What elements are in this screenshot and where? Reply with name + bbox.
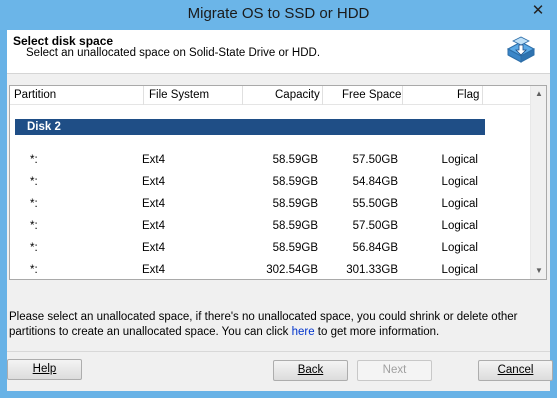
back-label: Back [297, 364, 324, 376]
wizard-header: Select disk space Select an unallocated … [7, 30, 550, 74]
column-divider [322, 86, 323, 105]
footer-divider [7, 351, 550, 352]
column-free-space[interactable]: Free Space [342, 89, 401, 101]
cell-partition: *: [30, 198, 38, 210]
column-divider [482, 86, 483, 105]
disk-migrate-icon [506, 36, 536, 63]
table-row[interactable]: *: Ext4 302.54GB 301.33GB Logical [10, 263, 530, 285]
cell-partition: *: [30, 176, 38, 188]
scroll-down-icon[interactable]: ▼ [531, 263, 547, 279]
page-subtitle: Select an unallocated space on Solid-Sta… [26, 47, 321, 59]
cell-file-system: Ext4 [142, 242, 166, 254]
cell-capacity: 58.59GB [272, 198, 318, 210]
cell-free-space: 55.50GB [352, 198, 398, 210]
info-line-2-pre: partitions to create an unallocated spac… [9, 326, 292, 338]
table-row[interactable]: *: Ext4 58.59GB 55.50GB Logical [10, 197, 530, 219]
cell-file-system: Ext4 [142, 176, 166, 188]
cell-flag: Logical [441, 264, 478, 276]
cell-free-space: 54.84GB [352, 176, 398, 188]
cell-file-system: Ext4 [142, 264, 166, 276]
cell-capacity: 58.59GB [272, 176, 318, 188]
info-line-1: Please select an unallocated space, if t… [9, 311, 518, 323]
cell-partition: *: [30, 264, 38, 276]
back-button[interactable]: Back [273, 360, 348, 381]
cell-partition: *: [30, 242, 38, 254]
help-label: Help [32, 363, 57, 375]
vertical-scrollbar[interactable]: ▲ ▼ [530, 86, 546, 279]
cell-capacity: 58.59GB [272, 154, 318, 166]
column-divider [402, 86, 403, 105]
table-row[interactable]: *: Ext4 58.59GB 54.84GB Logical [10, 175, 530, 197]
migrate-os-window: Migrate OS to SSD or HDD ✕ Select disk s… [0, 0, 557, 398]
info-line-2: partitions to create an unallocated spac… [9, 325, 544, 340]
column-partition[interactable]: Partition [14, 89, 56, 101]
info-line-2-post: to get more information. [314, 326, 440, 338]
column-flag[interactable]: Flag [457, 89, 479, 101]
cancel-button[interactable]: Cancel [478, 360, 553, 381]
cell-flag: Logical [441, 220, 478, 232]
cell-free-space: 57.50GB [352, 220, 398, 232]
cell-flag: Logical [441, 198, 478, 210]
table-header: Partition File System Capacity Free Spac… [10, 86, 532, 105]
cancel-label: Cancel [497, 364, 534, 376]
cell-free-space: 301.33GB [346, 264, 398, 276]
cell-flag: Logical [441, 176, 478, 188]
next-label: Next [382, 364, 407, 376]
table-row[interactable]: *: Ext4 58.59GB 56.84GB Logical [10, 241, 530, 263]
help-button[interactable]: Help [7, 359, 82, 380]
partition-table[interactable]: Partition File System Capacity Free Spac… [9, 85, 547, 280]
cell-capacity: 58.59GB [272, 242, 318, 254]
title-bar[interactable]: Migrate OS to SSD or HDD ✕ [0, 0, 557, 30]
cell-file-system: Ext4 [142, 220, 166, 232]
scroll-up-icon[interactable]: ▲ [531, 86, 547, 102]
cell-flag: Logical [441, 242, 478, 254]
table-row[interactable]: *: Ext4 58.59GB 57.50GB Logical [10, 219, 530, 241]
cell-flag: Logical [441, 154, 478, 166]
disk-header-row[interactable]: Disk 2 [15, 119, 485, 135]
next-button[interactable]: Next [357, 360, 432, 381]
cell-file-system: Ext4 [142, 198, 166, 210]
more-info-link[interactable]: here [292, 326, 315, 338]
cell-file-system: Ext4 [142, 154, 166, 166]
table-row[interactable]: *: Ext4 58.59GB 57.50GB Logical [10, 153, 530, 175]
column-file-system[interactable]: File System [149, 89, 209, 101]
window-title: Migrate OS to SSD or HDD [187, 5, 370, 22]
page-title: Select disk space [13, 34, 114, 48]
cell-partition: *: [30, 220, 38, 232]
close-icon[interactable]: ✕ [525, 1, 551, 21]
dialog-client-area: Select disk space Select an unallocated … [7, 30, 553, 391]
cell-partition: *: [30, 154, 38, 166]
column-capacity[interactable]: Capacity [275, 89, 320, 101]
column-divider [143, 86, 144, 105]
cell-free-space: 56.84GB [352, 242, 398, 254]
cell-capacity: 58.59GB [272, 220, 318, 232]
cell-free-space: 57.50GB [352, 154, 398, 166]
cell-capacity: 302.54GB [266, 264, 318, 276]
column-divider [242, 86, 243, 105]
info-text: Please select an unallocated space, if t… [9, 310, 544, 340]
